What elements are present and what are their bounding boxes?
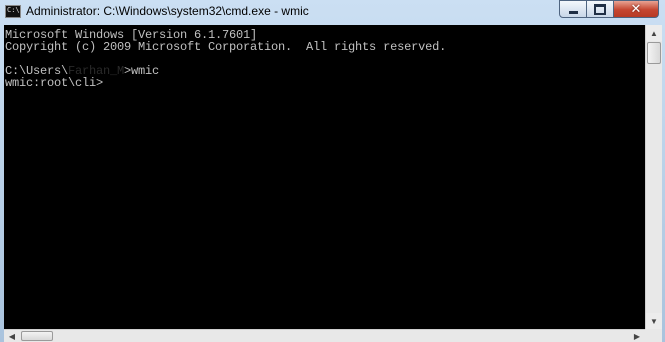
cmd-window: C:\ Administrator: C:\Windows\system32\c… [0, 0, 665, 342]
console-output[interactable]: Microsoft Windows [Version 6.1.7601] Cop… [4, 25, 645, 329]
scroll-right-arrow-icon[interactable]: ▶ [629, 330, 645, 342]
scroll-down-arrow-icon[interactable]: ▼ [646, 313, 662, 329]
horizontal-scroll-thumb[interactable] [21, 331, 53, 341]
maximize-button[interactable] [586, 0, 614, 18]
prompt-command: >wmic [124, 64, 160, 78]
cmd-app-icon[interactable]: C:\ [5, 5, 21, 18]
maximize-icon [594, 3, 606, 15]
close-button[interactable]: ✕ [613, 0, 659, 18]
minimize-icon [568, 11, 578, 14]
horizontal-scrollbar[interactable]: ◀ ▶ [4, 329, 645, 342]
title-bar[interactable]: C:\ Administrator: C:\Windows\system32\c… [0, 0, 665, 24]
window-title: Administrator: C:\Windows\system32\cmd.e… [26, 4, 309, 18]
vertical-scrollbar[interactable]: ▲ ▼ [645, 25, 662, 329]
close-icon: ✕ [630, 1, 642, 17]
vertical-scroll-thumb[interactable] [647, 42, 661, 64]
scroll-up-arrow-icon[interactable]: ▲ [646, 25, 662, 41]
scrollbar-corner [645, 329, 662, 342]
cmd-app-icon-text: C:\ [7, 6, 20, 14]
console-line-copyright: Copyright (c) 2009 Microsoft Corporation… [5, 40, 447, 54]
scroll-left-arrow-icon[interactable]: ◀ [4, 330, 20, 342]
minimize-button[interactable] [559, 0, 587, 18]
console-line-wmic-prompt: wmic:root\cli> [5, 76, 104, 90]
